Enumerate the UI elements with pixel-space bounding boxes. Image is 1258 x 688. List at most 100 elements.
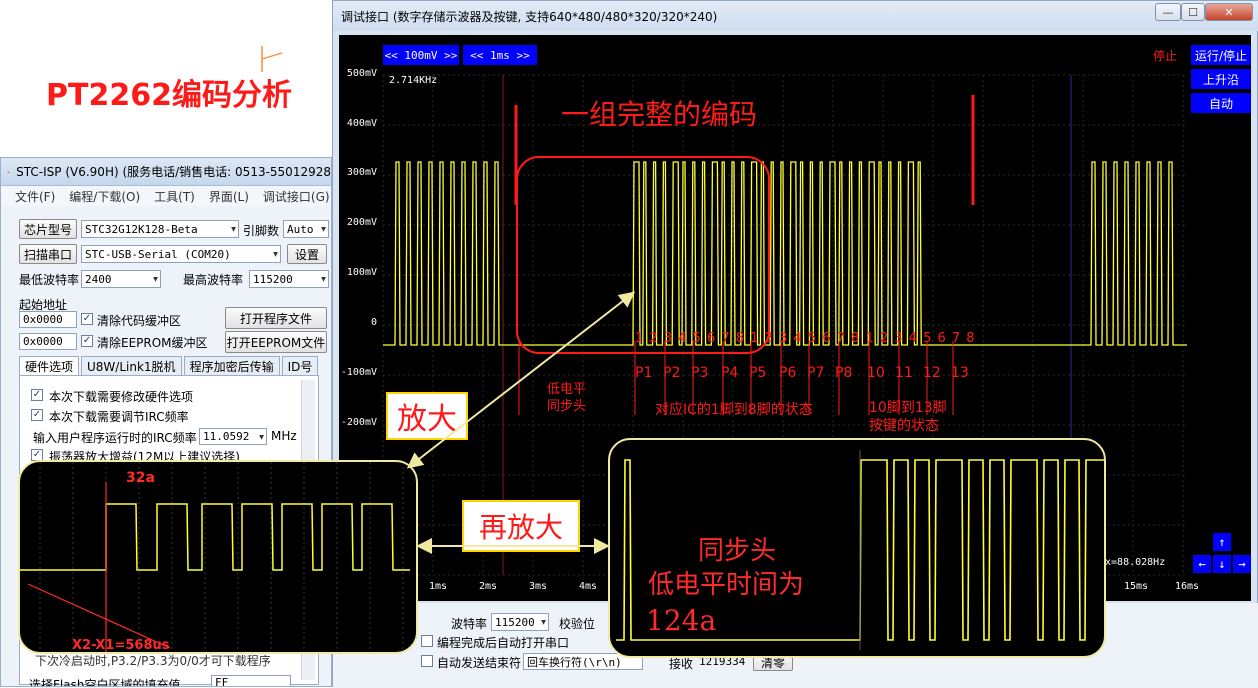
newline-value: 回车换行符(\r\n) xyxy=(527,655,622,669)
port-select[interactable]: STC-USB-Serial (COM20) ▼ xyxy=(81,245,281,263)
eeprom-address-input[interactable]: 0x0000 xyxy=(19,333,77,350)
zoom-small-waveform xyxy=(20,462,410,652)
min-baud-value: 2400 xyxy=(85,272,112,286)
pins-state-annotation: 对应IC的1脚到8脚的状态 xyxy=(655,402,813,418)
p-label: P5 xyxy=(749,365,767,381)
isp-tabs: 硬件选项 U8W/Link1脱机 程序加密后传输 ID号 xyxy=(19,356,319,376)
pins-value: Auto xyxy=(287,222,314,236)
chip-model-value: STC32G12K128-Beta xyxy=(85,222,198,236)
full-code-annotation: 一组完整的编码 xyxy=(561,98,758,131)
adjust-irc-checkbox[interactable]: ✓ xyxy=(31,409,43,421)
zoom-large-value: 124a xyxy=(646,604,717,637)
x-label-1ms: 1ms xyxy=(429,581,448,592)
osc-title: 调试接口 (数字存储示波器及按键, 支持640*480/480*320/320*… xyxy=(341,9,718,24)
tab-hardware[interactable]: 硬件选项 xyxy=(19,356,80,376)
zoom-large-sub: 低电平时间为 xyxy=(648,570,805,600)
p-label: P6 xyxy=(779,365,797,381)
y-label-400: 400mV xyxy=(346,118,377,129)
zoom-small-measure: X2-X1=568us xyxy=(72,638,170,653)
open-program-button[interactable]: 打开程序文件 xyxy=(225,307,327,329)
cold-start-label: 下次冷启动时,P3.2/P3.3为0/0才可下载程序 xyxy=(35,654,271,668)
chevron-down-icon: ▼ xyxy=(541,617,546,627)
clear-eeprom-label: 清除EEPROM缓冲区 xyxy=(97,336,208,350)
auto-open-label: 编程完成后自动打开串口 xyxy=(437,636,570,650)
low-sync-annotation: 低电平 同步头 xyxy=(547,382,587,414)
close-icon: ✕ xyxy=(1224,5,1234,19)
tab-id[interactable]: ID号 xyxy=(281,356,319,376)
clear-code-label: 清除代码缓冲区 xyxy=(97,314,182,328)
min-baud-label: 最低波特率 xyxy=(19,273,80,287)
arrow-left-button[interactable]: ← xyxy=(1193,555,1211,573)
p-label: P8 xyxy=(835,365,853,381)
x-label-2ms: 2ms xyxy=(479,581,498,592)
arrow-left-icon: ← xyxy=(1198,557,1206,571)
auto-send-end-checkbox[interactable] xyxy=(421,655,433,667)
minimize-icon: — xyxy=(1162,5,1174,19)
maximize-button[interactable]: ☐ xyxy=(1181,3,1205,21)
settings-button[interactable]: 设置 xyxy=(287,244,327,264)
pins-select[interactable]: Auto ▼ xyxy=(283,220,329,238)
flash-fill-select[interactable]: FF xyxy=(211,675,291,686)
modify-hw-label: 本次下载需要修改硬件选项 xyxy=(49,390,194,404)
baud-select[interactable]: 115200 ▼ xyxy=(491,613,549,631)
irc-frequency-select[interactable]: 11.0592 ▼ xyxy=(199,428,267,445)
p-label: 13 xyxy=(951,365,969,381)
menu-debug[interactable]: 调试接口(G) xyxy=(263,188,330,205)
pins-label: 引脚数 xyxy=(243,224,280,238)
baud-value: 115200 xyxy=(495,615,535,629)
p-label: P3 xyxy=(691,365,709,381)
maximize-icon: ☐ xyxy=(1188,5,1198,19)
auto-open-checkbox[interactable] xyxy=(421,635,433,647)
app-logo-icon xyxy=(7,171,11,173)
slide-title: PT2262编码分析 xyxy=(46,78,292,113)
y-label-minus200: -200mV xyxy=(340,417,377,428)
baud-label: 波特率 xyxy=(451,617,488,631)
y-label-500: 500mV xyxy=(346,68,377,79)
max-baud-value: 115200 xyxy=(253,272,293,286)
x-label-3ms: 3ms xyxy=(529,581,548,592)
minimize-button[interactable]: — xyxy=(1155,3,1181,21)
zoom-view-large: 同步头 低电平时间为 124a xyxy=(608,438,1106,658)
clear-eeprom-checkbox[interactable]: ✓ xyxy=(81,335,93,347)
arrow-right-button[interactable]: → xyxy=(1233,555,1251,573)
chip-model-button[interactable]: 芯片型号 xyxy=(19,219,77,239)
chevron-down-icon: ▼ xyxy=(153,274,158,284)
modify-hw-checkbox[interactable]: ✓ xyxy=(31,389,43,401)
p-label: P1 xyxy=(635,365,653,381)
min-baud-select[interactable]: 2400 ▼ xyxy=(81,270,161,288)
tab-u8w[interactable]: U8W/Link1脱机 xyxy=(81,356,182,376)
delta-x-readout: △x=88.028Hz xyxy=(1099,557,1166,568)
max-baud-label: 最高波特率 xyxy=(183,273,244,287)
arrow-up-button[interactable]: ↑ xyxy=(1213,533,1231,551)
arrow-down-button[interactable]: ↓ xyxy=(1213,555,1231,573)
x-label-4ms: 4ms xyxy=(579,581,598,592)
menu-file[interactable]: 文件(F) xyxy=(15,188,55,205)
adjust-irc-label: 本次下载需要调节IRC频率 xyxy=(49,410,189,424)
menu-program[interactable]: 编程/下载(O) xyxy=(69,188,140,205)
zoom-callout-label: 放大 xyxy=(386,392,468,440)
p-label: P4 xyxy=(721,365,739,381)
y-label-100: 100mV xyxy=(346,267,377,278)
cursor-mark-icon xyxy=(261,46,283,72)
arrow-up-icon: ↑ xyxy=(1218,535,1226,549)
port-value: STC-USB-Serial (COM20) xyxy=(85,247,231,261)
verify-label: 校验位 xyxy=(559,617,596,631)
isp-title: STC-ISP (V6.90H) (服务电话/销售电话: 0513-550129… xyxy=(16,165,331,179)
arrow-down-icon: ↓ xyxy=(1218,557,1226,571)
menu-interface[interactable]: 界面(L) xyxy=(209,188,249,205)
p-label: 12 xyxy=(923,365,941,381)
y-label-200: 200mV xyxy=(346,217,377,228)
open-eeprom-button[interactable]: 打开EEPROM文件 xyxy=(225,331,327,353)
code-address-input[interactable]: 0x0000 xyxy=(19,311,77,328)
irc-unit: MHz xyxy=(271,429,297,443)
keys-state-annotation: 10脚到13脚 按键的状态 xyxy=(869,400,947,434)
clear-code-checkbox[interactable]: ✓ xyxy=(81,313,93,325)
zoom-more-callout-label: 再放大 xyxy=(462,500,580,552)
close-button[interactable]: ✕ xyxy=(1205,3,1253,21)
zoom-view-small: 32a X2-X1=568us xyxy=(18,460,418,654)
menu-tools[interactable]: 工具(T) xyxy=(154,188,195,205)
max-baud-select[interactable]: 115200 ▼ xyxy=(249,270,329,288)
chip-model-select[interactable]: STC32G12K128-Beta ▼ xyxy=(81,220,239,238)
scan-port-button[interactable]: 扫描串口 xyxy=(19,244,77,264)
tab-encrypt[interactable]: 程序加密后传输 xyxy=(183,356,280,376)
